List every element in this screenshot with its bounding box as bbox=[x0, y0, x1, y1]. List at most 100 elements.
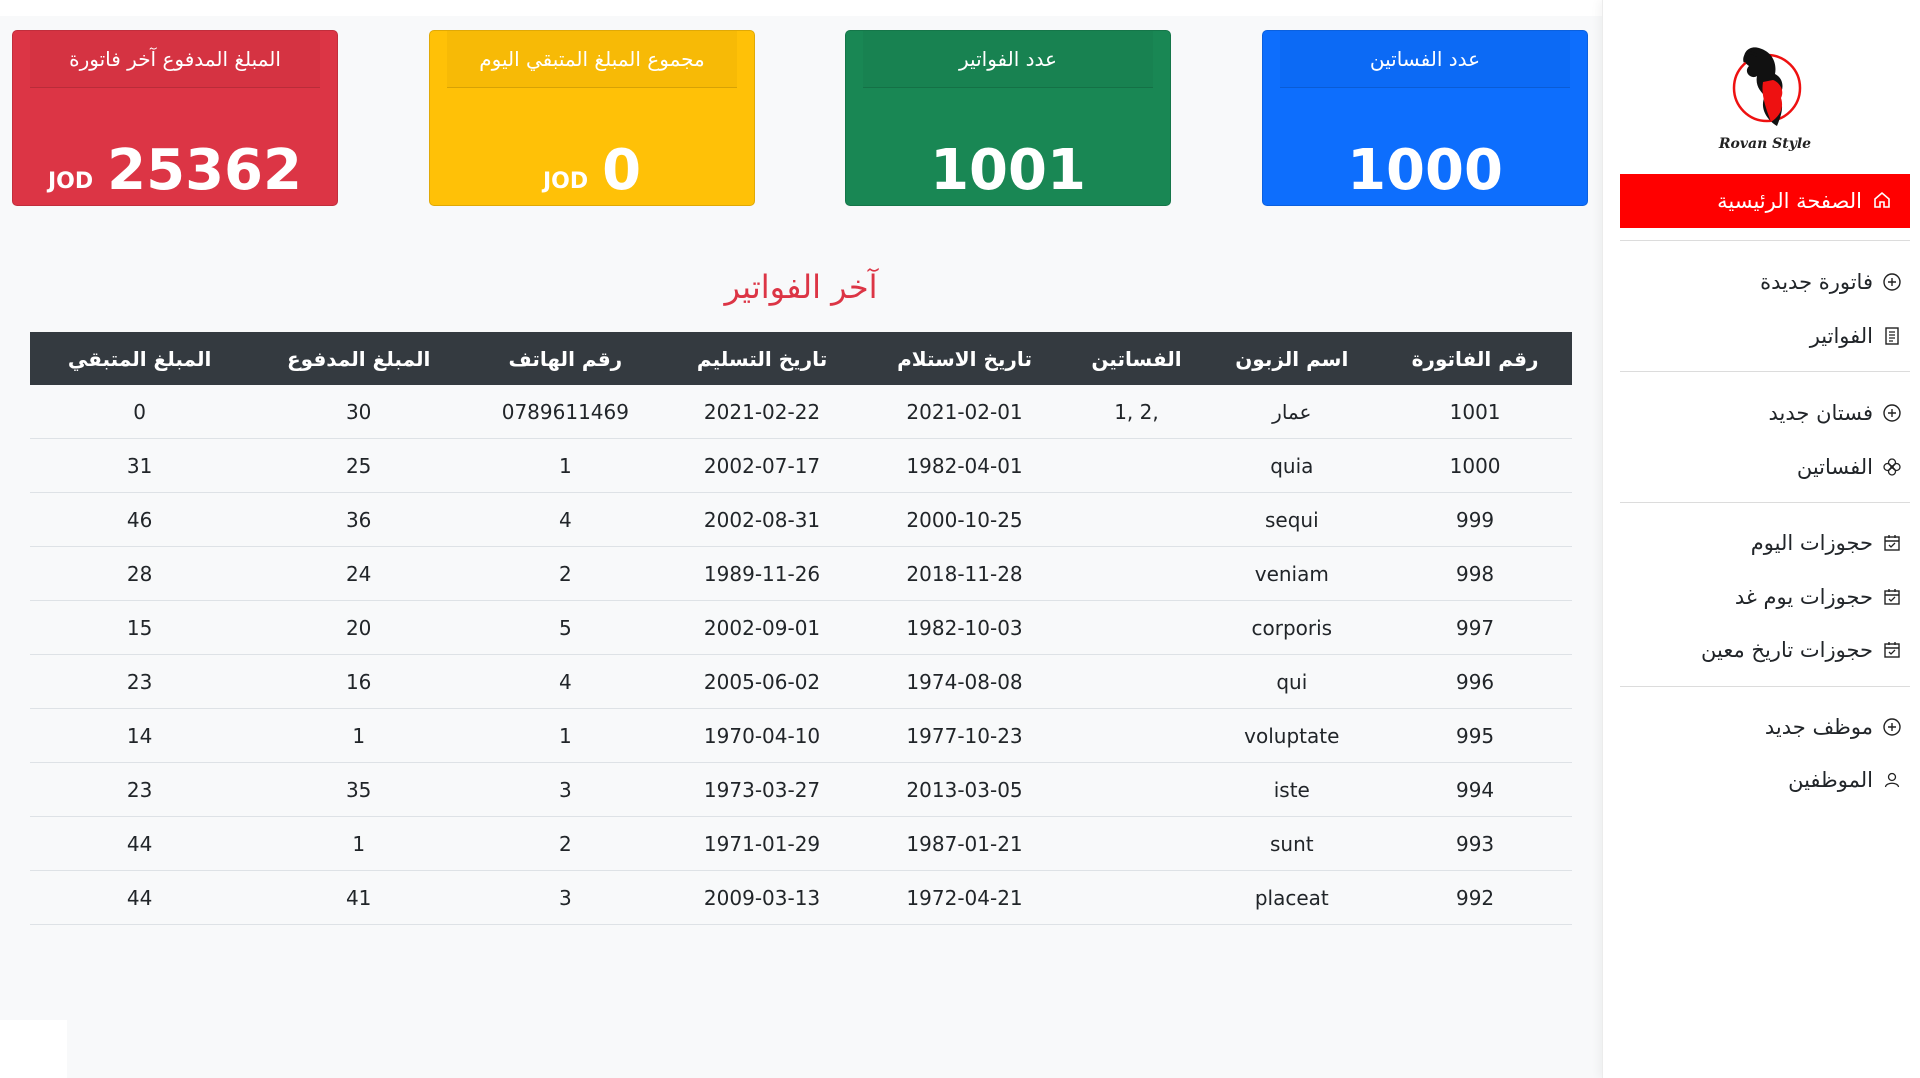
plus-circle-icon bbox=[1881, 716, 1903, 738]
cell-dresses bbox=[1067, 546, 1206, 601]
cell-customer-name: sunt bbox=[1205, 816, 1379, 871]
receipt-icon bbox=[1881, 325, 1903, 347]
cell-receive-date: 1972-04-21 bbox=[861, 870, 1068, 925]
col-receive-date: تاريخ الاستلام bbox=[861, 332, 1068, 385]
cell-paid: 30 bbox=[249, 385, 469, 439]
table-row: 1000 quia 1982-04-01 2002-07-17 1 25 31 bbox=[30, 438, 1572, 493]
sidebar-item-invoices[interactable]: الفواتير bbox=[1810, 318, 1903, 354]
cell-paid: 24 bbox=[249, 546, 469, 601]
sidebar-item-label: فستان جديد bbox=[1768, 401, 1873, 425]
sidebar-item-label: حجوزات يوم غد bbox=[1734, 585, 1873, 609]
cell-remaining: 28 bbox=[30, 546, 250, 601]
cell-customer-name: voluptate bbox=[1205, 708, 1379, 763]
cell-paid: 36 bbox=[249, 492, 469, 547]
sidebar-item-label: الفساتين bbox=[1796, 455, 1873, 479]
sidebar-item-label: الفواتير bbox=[1809, 324, 1873, 348]
sidebar-item-employees[interactable]: الموظفين bbox=[1788, 762, 1903, 798]
card-value: 1001 bbox=[930, 138, 1086, 203]
col-invoice-number: رقم الفاتورة bbox=[1378, 332, 1572, 385]
calendar-check-icon bbox=[1881, 586, 1903, 608]
cell-invoice-number: 996 bbox=[1378, 654, 1572, 709]
cell-phone: 1 bbox=[468, 708, 663, 763]
cell-invoice-number: 995 bbox=[1378, 708, 1572, 763]
sidebar-item-label: الصفحة الرئيسية bbox=[1717, 189, 1862, 213]
table-row: 992 placeat 1972-04-21 2009-03-13 3 41 44 bbox=[30, 870, 1572, 925]
sidebar-item-label: فاتورة جديدة bbox=[1760, 270, 1873, 294]
col-phone: رقم الهاتف bbox=[468, 332, 663, 385]
cell-customer-name: iste bbox=[1205, 762, 1379, 817]
cell-customer-name: veniam bbox=[1205, 546, 1379, 601]
sidebar-item-date-bookings[interactable]: حجوزات تاريخ معين bbox=[1701, 632, 1903, 668]
col-delivery-date: تاريخ التسليم bbox=[662, 332, 862, 385]
col-dresses: الفساتين bbox=[1067, 332, 1206, 385]
sidebar-item-tomorrow-bookings[interactable]: حجوزات يوم غد bbox=[1735, 579, 1903, 615]
sidebar-item-new-invoice[interactable]: فاتورة جديدة bbox=[1760, 264, 1903, 300]
cell-delivery-date: 2002-09-01 bbox=[662, 600, 862, 655]
sidebar-item-dresses[interactable]: الفساتين bbox=[1797, 449, 1903, 485]
table-row: 993 sunt 1987-01-21 1971-01-29 2 1 44 bbox=[30, 816, 1572, 871]
cell-delivery-date: 2009-03-13 bbox=[662, 870, 862, 925]
plus-circle-icon bbox=[1881, 271, 1903, 293]
sidebar-item-label: حجوزات اليوم bbox=[1750, 531, 1873, 555]
cell-invoice-number: 994 bbox=[1378, 762, 1572, 817]
cell-delivery-date: 2005-06-02 bbox=[662, 654, 862, 709]
logo-image: Rovan Style bbox=[1718, 47, 1811, 152]
logo-text: Rovan Style bbox=[1718, 136, 1811, 152]
sidebar-item-label: حجوزات تاريخ معين bbox=[1701, 638, 1873, 662]
cell-phone: 4 bbox=[468, 654, 663, 709]
cell-remaining: 44 bbox=[30, 816, 250, 871]
sidebar-item-new-employee[interactable]: موظف جديد bbox=[1765, 709, 1903, 745]
card-title: عدد الفساتين bbox=[1280, 31, 1570, 88]
flower-icon bbox=[1881, 456, 1903, 478]
cell-delivery-date: 1989-11-26 bbox=[662, 546, 862, 601]
cell-phone: 2 bbox=[468, 546, 663, 601]
cell-dresses bbox=[1067, 438, 1206, 493]
cell-dresses bbox=[1067, 654, 1206, 709]
sidebar-item-new-dress[interactable]: فستان جديد bbox=[1769, 395, 1903, 431]
cell-dresses bbox=[1067, 708, 1206, 763]
cell-dresses bbox=[1067, 492, 1206, 547]
col-paid: المبلغ المدفوع bbox=[249, 332, 469, 385]
table-title: آخر الفواتير bbox=[724, 268, 878, 306]
cell-customer-name: corporis bbox=[1205, 600, 1379, 655]
cell-phone: 5 bbox=[468, 600, 663, 655]
card-value: 0 bbox=[602, 138, 642, 203]
sidebar-divider bbox=[1620, 240, 1910, 241]
sidebar-divider bbox=[1620, 502, 1910, 503]
cell-delivery-date: 2002-08-31 bbox=[662, 492, 862, 547]
card-value-wrap: JOD 25362 bbox=[13, 131, 337, 211]
card-dress-count: عدد الفساتين 1000 bbox=[1262, 30, 1588, 206]
cell-invoice-number: 999 bbox=[1378, 492, 1572, 547]
cell-invoice-number: 993 bbox=[1378, 816, 1572, 871]
cell-receive-date: 2013-03-05 bbox=[861, 762, 1068, 817]
table-row: 998 veniam 2018-11-28 1989-11-26 2 24 28 bbox=[30, 546, 1572, 601]
cell-receive-date: 2021-02-01 bbox=[861, 385, 1068, 439]
invoices-table: رقم الفاتورة اسم الزبون الفساتين تاريخ ا… bbox=[30, 332, 1572, 925]
sidebar-item-today-bookings[interactable]: حجوزات اليوم bbox=[1751, 525, 1903, 561]
cell-remaining: 14 bbox=[30, 708, 250, 763]
cell-remaining: 44 bbox=[30, 870, 250, 925]
cell-phone: 3 bbox=[468, 870, 663, 925]
table-row: 1001 عمار 1, 2, 2021-02-01 2021-02-22 0789611… bbox=[30, 385, 1572, 439]
cell-receive-date: 2018-11-28 bbox=[861, 546, 1068, 601]
table-header-row: رقم الفاتورة اسم الزبون الفساتين تاريخ ا… bbox=[30, 332, 1572, 385]
plus-circle-icon bbox=[1881, 402, 1903, 424]
table-row: 997 corporis 1982-10-03 2002-09-01 5 20 15 bbox=[30, 600, 1572, 655]
cell-invoice-number: 1000 bbox=[1378, 438, 1572, 493]
cell-receive-date: 1977-10-23 bbox=[861, 708, 1068, 763]
card-value-wrap: 1000 bbox=[1263, 131, 1587, 211]
card-currency: JOD bbox=[48, 168, 94, 194]
cell-invoice-number: 997 bbox=[1378, 600, 1572, 655]
cell-paid: 25 bbox=[249, 438, 469, 493]
sidebar-divider bbox=[1620, 686, 1910, 687]
card-value: 25362 bbox=[107, 138, 302, 203]
cell-dresses bbox=[1067, 816, 1206, 871]
card-value-wrap: JOD 0 bbox=[430, 131, 754, 211]
cell-customer-name: placeat bbox=[1205, 870, 1379, 925]
corner-blank bbox=[0, 1020, 67, 1078]
sidebar-item-home[interactable]: الصفحة الرئيسية bbox=[1620, 174, 1910, 228]
table-row: 996 qui 1974-08-08 2005-06-02 4 16 23 bbox=[30, 654, 1572, 709]
cell-dresses: 1, 2, bbox=[1067, 385, 1206, 439]
person-icon bbox=[1881, 769, 1903, 791]
cell-customer-name: qui bbox=[1205, 654, 1379, 709]
